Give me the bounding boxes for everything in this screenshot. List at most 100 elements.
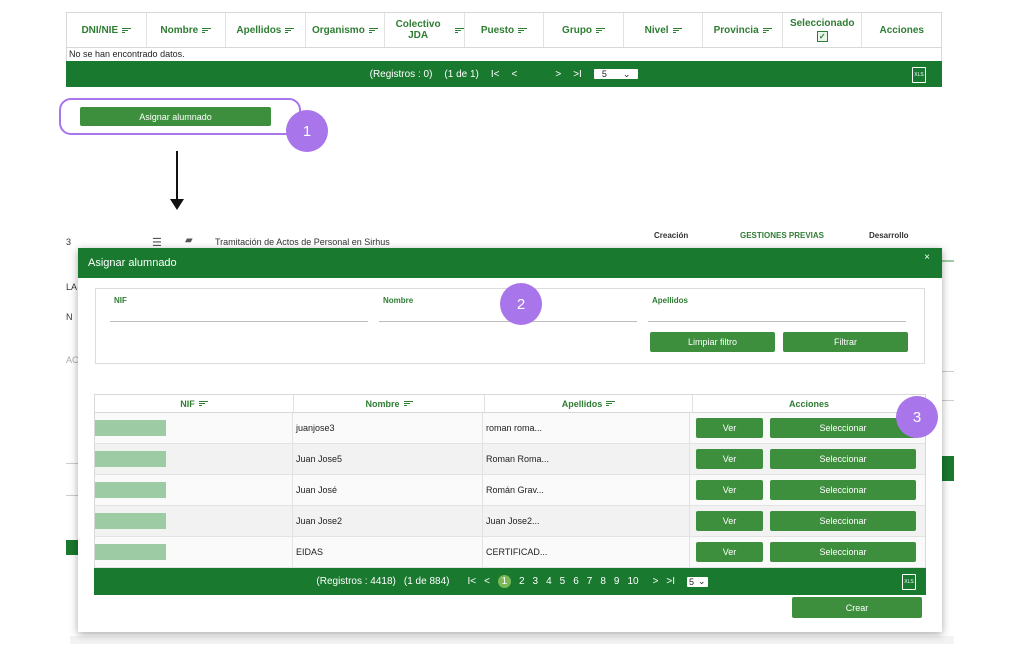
bg-footer: [70, 636, 954, 644]
table-body: juanjose3 roman roma... Ver Seleccionar J…: [94, 413, 926, 568]
select-button[interactable]: Seleccionar: [770, 480, 916, 500]
bg-divider: [942, 400, 954, 401]
select-button[interactable]: Seleccionar: [770, 542, 916, 562]
sort-icon: [198, 400, 208, 407]
apellidos-input[interactable]: [648, 303, 906, 321]
col-apellidos[interactable]: Apellidos: [226, 13, 306, 47]
step-badge-1: 1: [286, 110, 328, 152]
book-icon[interactable]: ▰: [185, 235, 193, 246]
view-button[interactable]: Ver: [696, 449, 763, 469]
select-button[interactable]: Seleccionar: [770, 511, 916, 531]
cell-nombre: Juan José: [293, 475, 483, 505]
page-1-button[interactable]: 1: [497, 575, 511, 588]
sort-icon: [285, 27, 295, 34]
col-grupo[interactable]: Grupo: [544, 13, 624, 47]
page-10-button[interactable]: 10: [627, 576, 638, 587]
bg-divider: [942, 260, 954, 262]
col-puesto[interactable]: Puesto: [465, 13, 545, 47]
page-8-button[interactable]: 8: [600, 576, 606, 587]
view-button[interactable]: Ver: [696, 480, 763, 500]
prev-page-button[interactable]: <: [512, 69, 518, 80]
last-page-button[interactable]: >I: [573, 69, 582, 80]
chevron-down-icon: ⌄: [698, 576, 706, 586]
col-nombre[interactable]: Nombre: [147, 13, 227, 47]
table-header: NIF Nombre Apellidos Acciones: [94, 394, 926, 413]
prev-page-button[interactable]: <: [484, 576, 490, 587]
page-6-button[interactable]: 6: [573, 576, 579, 587]
cell-apellidos: Roman Roma...: [483, 444, 690, 474]
bg-fragment: LA: [66, 282, 78, 292]
col-acciones: Acciones: [788, 398, 830, 409]
bg-green-bar: [66, 540, 78, 555]
bg-fragment: N: [66, 312, 73, 322]
col-nif[interactable]: NIF: [95, 395, 294, 412]
page-9-button[interactable]: 9: [614, 576, 620, 587]
row-title: Tramitación de Actos de Personal en Sirh…: [215, 237, 390, 247]
col-seleccionado: Seleccionado ✓: [783, 13, 863, 47]
apellidos-input-underline: [648, 321, 906, 322]
sort-icon: [202, 27, 212, 34]
first-page-button[interactable]: I<: [467, 576, 476, 587]
nif-masked: [95, 482, 166, 498]
table-pager: (Registros : 0) (1 de 1) I< < > >I 5 ⌄ XL…: [66, 61, 942, 87]
filter-button[interactable]: Filtrar: [783, 332, 908, 352]
nif-input[interactable]: [110, 303, 368, 321]
page-size-select[interactable]: 5 ⌄: [687, 576, 708, 587]
step-badge-2: 2: [500, 283, 542, 325]
page-4-button[interactable]: 4: [546, 576, 552, 587]
col-nombre[interactable]: Nombre: [294, 395, 485, 412]
next-page-button[interactable]: >: [555, 69, 561, 80]
modal-header: Asignar alumnado ×: [78, 248, 942, 278]
select-button[interactable]: Seleccionar: [770, 418, 916, 438]
alumnos-table: NIF Nombre Apellidos Acciones juanjose3 …: [94, 394, 926, 595]
nif-masked: [95, 544, 166, 560]
table-pager: (Registros : 4418) (1 de 884) I< < 1 2 3…: [94, 568, 926, 595]
col-nivel[interactable]: Nivel: [624, 13, 704, 47]
page-5-button[interactable]: 5: [560, 576, 566, 587]
table-row: Juan José Román Grav... Ver Seleccionar: [94, 475, 926, 506]
flow-arrow: [176, 151, 178, 203]
first-page-button[interactable]: I<: [491, 69, 500, 80]
empty-message: No se han encontrado datos.: [66, 48, 942, 61]
export-excel-icon[interactable]: XLS: [912, 67, 926, 83]
sort-icon: [672, 27, 682, 34]
close-icon[interactable]: ×: [924, 252, 930, 263]
chevron-down-icon: ⌄: [622, 68, 631, 79]
view-button[interactable]: Ver: [696, 542, 763, 562]
col-provincia[interactable]: Provincia: [703, 13, 783, 47]
create-button[interactable]: Crear: [792, 597, 922, 618]
page-size-select[interactable]: 5 ⌄: [593, 68, 639, 79]
page-3-button[interactable]: 3: [533, 576, 539, 587]
assign-alumnado-button[interactable]: Asignar alumnado: [80, 107, 271, 126]
next-page-button[interactable]: >: [653, 576, 659, 587]
col-colectivo[interactable]: Colectivo JDA: [385, 13, 465, 47]
select-all-checkbox[interactable]: ✓: [816, 31, 828, 42]
last-page-button[interactable]: >I: [666, 576, 675, 587]
select-button[interactable]: Seleccionar: [770, 449, 916, 469]
view-button[interactable]: Ver: [696, 511, 763, 531]
table-header: DNI/NIE Nombre Apellidos Organismo Colec…: [66, 12, 942, 48]
sort-icon: [368, 27, 378, 34]
bg-divider: [66, 463, 78, 464]
nif-masked: [95, 513, 166, 529]
export-excel-icon[interactable]: XLS: [902, 574, 916, 590]
page-info: (1 de 1): [444, 68, 479, 80]
col-organismo[interactable]: Organismo: [306, 13, 386, 47]
clear-filter-button[interactable]: Limpiar filtro: [650, 332, 775, 352]
cell-apellidos: Román Grav...: [483, 475, 690, 505]
bg-fragment: AC: [66, 355, 79, 365]
arrow-down-icon: [170, 199, 184, 210]
cell-nombre: Juan Jose2: [293, 506, 483, 536]
sort-icon: [606, 400, 616, 407]
cell-nombre: juanjose3: [293, 413, 483, 443]
table-row: Juan Jose5 Roman Roma... Ver Seleccionar: [94, 444, 926, 475]
view-button[interactable]: Ver: [696, 418, 763, 438]
col-desarrollo: Desarrollo: [869, 231, 909, 240]
col-dni[interactable]: DNI/NIE: [67, 13, 147, 47]
alumnado-table: DNI/NIE Nombre Apellidos Organismo Colec…: [66, 12, 942, 87]
col-apellidos[interactable]: Apellidos: [485, 395, 693, 412]
page-7-button[interactable]: 7: [587, 576, 593, 587]
page-2-button[interactable]: 2: [519, 576, 525, 587]
cell-nombre: Juan Jose5: [293, 444, 483, 474]
sort-icon: [403, 400, 413, 407]
